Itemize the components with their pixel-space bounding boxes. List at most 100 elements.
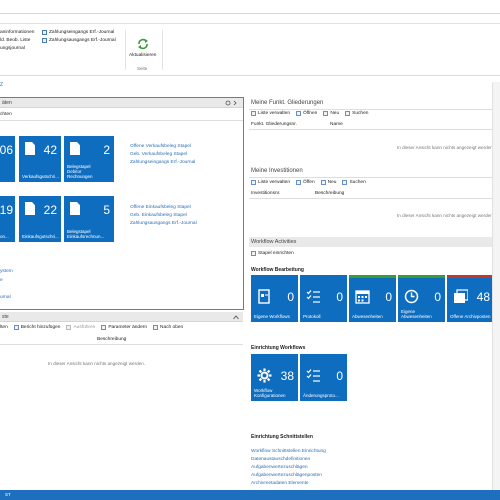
tile-count: 0 bbox=[434, 290, 441, 304]
bottom-link[interactable]: e bbox=[0, 278, 3, 283]
sales-link[interactable]: Zahlungseingangs Erf.-Journal bbox=[130, 160, 195, 165]
open-button[interactable]: Öffen bbox=[296, 180, 315, 185]
report-list-header bbox=[0, 312, 243, 322]
ribbon-separator bbox=[162, 30, 163, 70]
document-icon bbox=[25, 202, 35, 215]
divider bbox=[249, 198, 492, 199]
search-button[interactable]: Suchen bbox=[342, 180, 366, 185]
document-icon bbox=[70, 202, 80, 215]
collapse-icon[interactable] bbox=[233, 315, 239, 320]
purchase-link[interactable]: Zahlungsausgangs Erf.-Journal bbox=[130, 221, 197, 226]
manage-list-button[interactable]: Liste verwalten bbox=[251, 180, 290, 185]
sales-link[interactable]: Offene Verkaufsbeleg Stapel bbox=[130, 144, 191, 149]
toolbar-label: Stapel einrichten bbox=[258, 251, 294, 256]
list-icon bbox=[251, 111, 256, 116]
toolbar-label: Suchen bbox=[352, 111, 369, 116]
activities-subline[interactable]: chten bbox=[0, 112, 12, 117]
purchase-tile[interactable]: 19 on... bbox=[0, 196, 15, 242]
divider bbox=[249, 109, 492, 110]
investitionen-toolbar: Liste verwalten Öffen Neu Suchen bbox=[251, 180, 366, 185]
tile-label: Belegstapel Einkaufsrechnun... bbox=[67, 229, 105, 239]
workflow-tile[interactable]: 48 Offene Archivposten bbox=[447, 275, 494, 322]
workflow-bearbeitung-title: Workflow Bearbeitung bbox=[251, 267, 304, 273]
search-icon bbox=[345, 111, 351, 116]
activities-panel-title: äten bbox=[2, 100, 12, 106]
debitor-batch-tile[interactable]: 2 Belegstapel Debitor Rechnungen bbox=[64, 136, 114, 182]
empty-message: In dieser Ansicht kann nichts angezeigt … bbox=[48, 361, 146, 366]
sales-credit-memos-tile[interactable]: 42 Verkaufsgutschri... bbox=[19, 136, 61, 182]
schnittstellen-link[interactable]: Datenaustauschdefinitionen bbox=[251, 457, 310, 462]
toolbar-label: Bericht hinzufügen bbox=[20, 325, 61, 330]
sales-link[interactable]: Geb. Verkaufsbeleg Stapel bbox=[130, 152, 187, 157]
column-header[interactable]: Name bbox=[330, 122, 343, 127]
investitionen-title: Meine Investitionen bbox=[251, 168, 303, 174]
toolbar-label: Liste verwalten bbox=[258, 111, 290, 116]
tile-count: 2 bbox=[103, 143, 110, 157]
manage-list-button[interactable]: Liste verwalten bbox=[251, 111, 290, 116]
tile-label: Belegstapel Debitor Rechnungen bbox=[67, 164, 93, 179]
navigation-bar bbox=[0, 14, 500, 24]
add-report-button[interactable]: Bericht hinzufügen bbox=[13, 325, 61, 330]
toolbar-button[interactable]: lten bbox=[0, 325, 8, 330]
breadcrumb[interactable]: Z bbox=[0, 82, 3, 88]
column-header[interactable]: Beschreibung bbox=[315, 191, 344, 196]
clock-icon bbox=[404, 289, 419, 304]
new-button[interactable]: Neu bbox=[323, 111, 339, 116]
gear-icon bbox=[257, 368, 272, 383]
search-button[interactable]: Suchen bbox=[345, 111, 368, 116]
schnittstellen-link[interactable]: Aufgabenwertezuschlägenposten bbox=[251, 473, 322, 478]
column-header[interactable]: Funkt. Gliederungsnr. bbox=[251, 122, 297, 127]
ribbon-item[interactable]: ld. Beob. Liste bbox=[0, 38, 30, 43]
bottom-link[interactable]: ystem bbox=[0, 269, 13, 274]
workflow-tile[interactable]: 0 Eigene Workflows bbox=[251, 275, 298, 322]
workflow-setup-tile[interactable]: 0 Änderungsproto... bbox=[300, 354, 347, 401]
purchase-link[interactable]: Geb. Einkaufsbeleg Stapel bbox=[130, 213, 187, 218]
move-up-button[interactable]: Nach oben bbox=[153, 325, 183, 330]
workflow-tile[interactable]: 0 Protokoll bbox=[300, 275, 347, 322]
tile-count: 48 bbox=[476, 290, 490, 304]
tile-accent-bar bbox=[398, 275, 445, 278]
purchase-batch-tile[interactable]: 5 Belegstapel Einkaufsrechnun... bbox=[64, 196, 114, 242]
toolbar-label: Öffnen bbox=[303, 111, 318, 116]
tile-label: Einkaufsgutschri... bbox=[22, 234, 59, 239]
refresh-icon[interactable] bbox=[137, 38, 149, 50]
tile-accent-bar bbox=[300, 354, 347, 357]
schnittstellen-link[interactable]: Archivmetadaten Elemente bbox=[251, 481, 309, 486]
workflow-tile[interactable]: 0 Eigene Abwesenheiten bbox=[398, 275, 445, 322]
new-button[interactable]: Neu bbox=[320, 180, 336, 185]
column-header-description[interactable]: Beschreibung bbox=[97, 337, 126, 342]
refresh-button[interactable]: Aktualisieren bbox=[129, 53, 156, 58]
tile-label: Eigene Workflows bbox=[254, 314, 290, 319]
tile-accent-bar bbox=[300, 275, 347, 278]
vertical-scrollbar[interactable] bbox=[492, 82, 500, 490]
report-list-toolbar: lten Bericht hinzufügen Ausführen Parame… bbox=[0, 325, 183, 330]
open-button[interactable]: Öffnen bbox=[296, 111, 317, 116]
schnittstellen-link[interactable]: Aufgabenwertezuschlägen bbox=[251, 465, 308, 470]
tile-label: on... bbox=[0, 234, 9, 239]
tile-count: 0 bbox=[336, 369, 343, 383]
ribbon-item-label: Zahlungsausgangs Erf.-Journal bbox=[49, 38, 116, 43]
panel-options-icon[interactable] bbox=[225, 100, 237, 106]
divider bbox=[0, 344, 243, 345]
workflow-tile[interactable]: 0 Abwesenheiten bbox=[349, 275, 396, 322]
zahlungseingang-journal-button[interactable]: Zahlungseingangs Erf.-Journal bbox=[42, 30, 114, 35]
tile-label: Verkaufsgutschri... bbox=[22, 174, 60, 179]
tile-count: 5 bbox=[103, 203, 110, 217]
change-parameters-button[interactable]: Parameter ändern bbox=[101, 325, 147, 330]
ribbon-item[interactable]: ungsjournal bbox=[0, 46, 25, 51]
divider bbox=[249, 177, 492, 178]
tile-label: Änderungsproto... bbox=[303, 393, 339, 398]
purchase-credit-memos-tile[interactable]: 22 Einkaufsgutschri... bbox=[19, 196, 61, 242]
workflow-setup-tile[interactable]: 38 Workflow Konfigurationen bbox=[251, 354, 298, 401]
zahlungsausgang-journal-button[interactable]: Zahlungsausgangs Erf.-Journal bbox=[42, 38, 116, 43]
column-header[interactable]: Investitionsnr. bbox=[251, 191, 280, 196]
tile-accent-bar bbox=[251, 275, 298, 278]
calendar-icon bbox=[355, 290, 370, 304]
setup-batch-button[interactable]: Stapel einrichten bbox=[251, 251, 294, 256]
sales-tile[interactable]: 06 bbox=[0, 136, 15, 182]
schnittstellen-link[interactable]: Workflow Schnittstellen Einrichtung bbox=[251, 449, 326, 454]
run-button[interactable]: Ausführen bbox=[66, 325, 95, 330]
bottom-link[interactable]: urnal bbox=[0, 295, 11, 300]
ribbon-item[interactable]: aninformationen bbox=[0, 30, 34, 35]
purchase-link[interactable]: Offene Einkaufsbeleg Stapel bbox=[130, 205, 191, 210]
